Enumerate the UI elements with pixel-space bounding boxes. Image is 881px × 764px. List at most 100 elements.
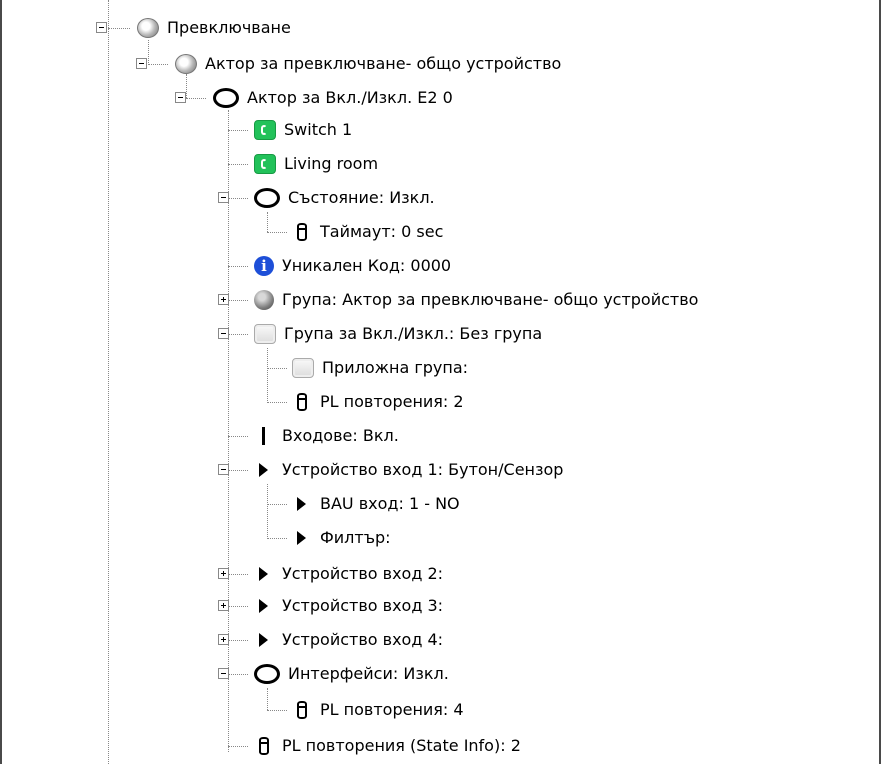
tree-connector: [228, 334, 248, 335]
tree-node-label: Група: Актор за превключване- общо устро…: [282, 290, 699, 309]
tree-connector: [267, 504, 287, 505]
tree-node-actor-general[interactable]: Актор за превключване- общо устройство: [175, 52, 561, 76]
triangle-icon: [297, 531, 306, 545]
collapse-toggle[interactable]: [136, 58, 147, 69]
tree-node-application-group[interactable]: Приложна група:: [292, 356, 468, 380]
tree-node-label: Устройство вход 3:: [282, 596, 444, 615]
tree-node-unique-code[interactable]: Уникален Код: 0000: [254, 254, 451, 278]
tree-connector: [228, 674, 248, 675]
tree-node-label: PL повторения: 2: [320, 392, 464, 411]
globe-icon: [137, 18, 159, 38]
tree-node-label: Актор за превключване- общо устройство: [205, 54, 562, 73]
tree-guide-line: [108, 0, 109, 764]
tree-node-timeout[interactable]: Таймаут: 0 sec: [292, 220, 443, 244]
tree-connector: [267, 538, 287, 539]
tree-node-label: Устройство вход 2:: [282, 564, 444, 583]
cylinder-icon: [297, 701, 307, 719]
expand-toggle[interactable]: [218, 600, 229, 611]
tree-node-state[interactable]: Състояние: Изкл.: [254, 186, 435, 210]
tree-node-label: Устройство вход 1: Бутон/Сензор: [282, 460, 564, 479]
tree-connector: [148, 64, 168, 65]
tree-node-group-onoff[interactable]: Група за Вкл./Изкл.: Без група: [254, 322, 542, 346]
tree-node-device-input-2[interactable]: Устройство вход 2:: [254, 562, 443, 586]
tree-connector: [108, 28, 130, 29]
green-switch-icon: [254, 154, 276, 174]
tree-guide-line: [267, 212, 268, 232]
tree-node-label: Таймаут: 0 sec: [320, 222, 444, 241]
square-icon: [254, 324, 276, 344]
tree-guide-line: [228, 110, 229, 752]
globe-icon: [175, 54, 197, 74]
group-icon: [254, 290, 274, 310]
tree-connector: [228, 746, 248, 747]
triangle-icon: [259, 463, 268, 477]
tree-connector: [228, 640, 248, 641]
tree-node-label: Living room: [284, 154, 379, 173]
tree-node-bau-input[interactable]: BAU вход: 1 - NO: [292, 492, 460, 516]
tree-node-interfaces[interactable]: Интерфейси: Изкл.: [254, 662, 449, 686]
tree-guide-line: [267, 688, 268, 710]
tree-node-switch-1[interactable]: Switch 1: [254, 118, 352, 142]
triangle-icon: [297, 497, 306, 511]
tree-connector: [228, 300, 248, 301]
collapse-toggle[interactable]: [218, 192, 229, 203]
tree-node-label: Входове: Вкл.: [282, 426, 399, 445]
expand-toggle[interactable]: [218, 568, 229, 579]
tree-node-label: BAU вход: 1 - NO: [320, 494, 460, 513]
tree-node-living-room[interactable]: Living room: [254, 152, 378, 176]
tree-connector: [267, 232, 287, 233]
tree-node-pl-repeats-state-info[interactable]: PL повторения (State Info): 2: [254, 734, 521, 758]
tree-node-switching[interactable]: Превключване: [137, 16, 291, 40]
tree-guide-line: [267, 484, 268, 539]
tree-node-pl-repeats-2[interactable]: PL повторения: 2: [292, 390, 464, 414]
collapse-toggle[interactable]: [218, 464, 229, 475]
tree-node-device-input-1[interactable]: Устройство вход 1: Бутон/Сензор: [254, 458, 563, 482]
tree-node-actor-onoff[interactable]: Актор за Вкл./Изкл. E2 0: [213, 86, 453, 110]
tree-node-label: PL повторения (State Info): 2: [282, 736, 521, 755]
triangle-icon: [259, 599, 268, 613]
info-icon: [254, 256, 274, 276]
collapse-toggle[interactable]: [218, 328, 229, 339]
tree-node-label: Филтър:: [320, 528, 391, 547]
tree-node-label: Устройство вход 4:: [282, 630, 444, 649]
tree-panel: Превключване Актор за превключване- общо…: [0, 0, 881, 764]
cylinder-icon: [297, 393, 307, 411]
tree-node-label: PL повторения: 4: [320, 700, 464, 719]
tree-node-label: Състояние: Изкл.: [288, 188, 435, 207]
tree-node-group-actor[interactable]: Група: Актор за превключване- общо устро…: [254, 288, 698, 312]
tree-node-label: Уникален Код: 0000: [282, 256, 452, 275]
tree-node-label: Превключване: [167, 18, 291, 37]
cylinder-icon: [259, 737, 269, 755]
cylinder-icon: [297, 223, 307, 241]
tree-connector: [267, 402, 287, 403]
tree-connector: [186, 98, 206, 99]
tree-connector: [228, 606, 248, 607]
collapse-toggle[interactable]: [96, 22, 107, 33]
square-icon: [292, 358, 314, 378]
tree-node-inputs[interactable]: Входове: Вкл.: [254, 424, 399, 448]
collapse-toggle[interactable]: [175, 92, 186, 103]
tree-guide-line: [186, 74, 187, 98]
tree-node-label: Switch 1: [284, 120, 353, 139]
tree-connector: [228, 164, 248, 165]
collapse-toggle[interactable]: [218, 668, 229, 679]
tree-node-device-input-4[interactable]: Устройство вход 4:: [254, 628, 443, 652]
tree-node-pl-repeats-4[interactable]: PL повторения: 4: [292, 698, 464, 722]
circle-icon: [213, 88, 239, 108]
circle-icon: [254, 188, 280, 208]
tree-connector: [267, 710, 287, 711]
bar-icon: [262, 427, 265, 445]
tree-connector: [228, 574, 248, 575]
tree-node-label: Интерфейси: Изкл.: [288, 664, 449, 683]
tree-connector: [267, 368, 287, 369]
expand-toggle[interactable]: [218, 294, 229, 305]
tree-node-filter[interactable]: Филтър:: [292, 526, 391, 550]
tree-connector: [228, 436, 248, 437]
tree-node-device-input-3[interactable]: Устройство вход 3:: [254, 594, 443, 618]
tree-connector: [228, 266, 248, 267]
tree-node-label: Група за Вкл./Изкл.: Без група: [284, 324, 543, 343]
circle-icon: [254, 664, 280, 684]
tree-guide-line: [267, 348, 268, 403]
tree-connector: [228, 130, 248, 131]
expand-toggle[interactable]: [218, 634, 229, 645]
